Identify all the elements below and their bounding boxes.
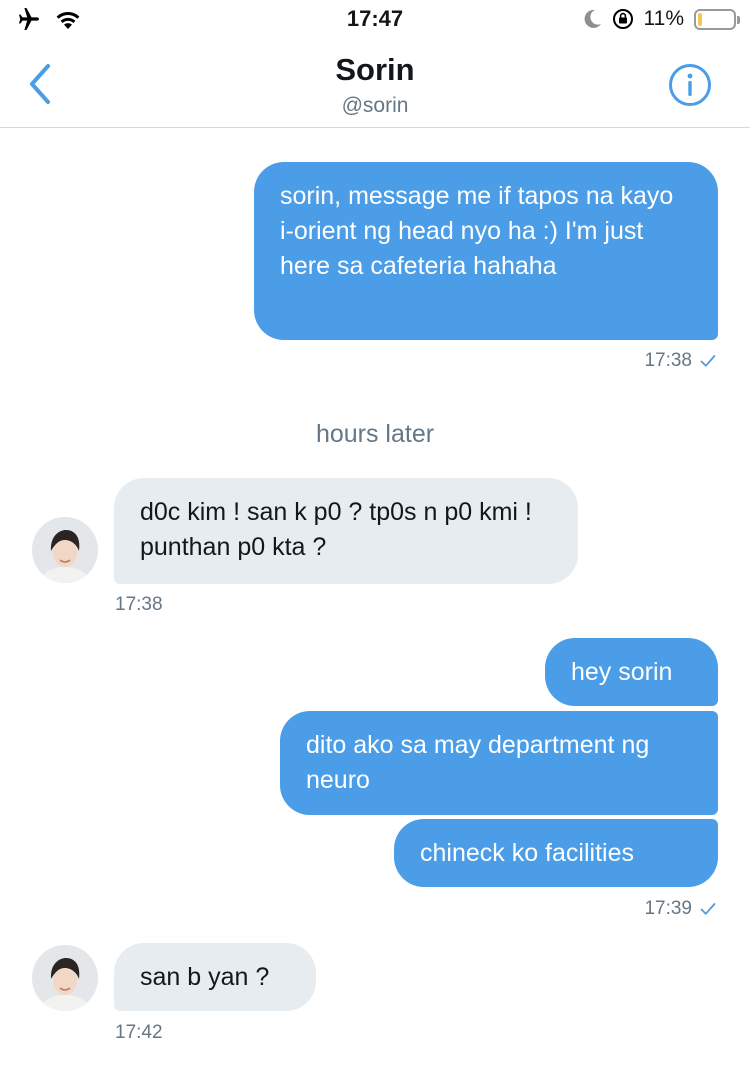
conversation-title[interactable]: Sorin — [0, 52, 750, 88]
status-right: 11% — [582, 7, 740, 31]
message-text: dito ako sa may department ng neuro — [306, 731, 650, 794]
message-time: 17:38 — [115, 594, 163, 615]
received-message-bubble[interactable]: san b yan ? — [114, 943, 316, 1011]
conversation-handle: @sorin — [341, 94, 409, 117]
info-button[interactable] — [668, 63, 712, 107]
sent-checkmark-icon — [700, 903, 716, 915]
orientation-lock-icon — [612, 9, 633, 29]
message-time: 17:42 — [115, 1022, 163, 1043]
battery-icon — [694, 8, 740, 30]
sent-message-bubble[interactable]: dito ako sa may department ng neuro — [280, 711, 718, 815]
avatar[interactable] — [32, 945, 98, 1011]
conversation-header: Sorin @sorin — [0, 40, 750, 128]
message-text: chineck ko facilities — [420, 839, 634, 867]
sent-message-bubble[interactable]: hey sorin — [545, 638, 718, 706]
time-gap-divider: hours later — [315, 420, 435, 448]
avatar-photo — [32, 945, 98, 1011]
message-time: 17:39 — [644, 898, 692, 919]
message-meta: 17:39 — [644, 898, 716, 920]
message-text: d0c kim ! san k p0 ? tp0s n p0 kmi ! pun… — [140, 498, 532, 561]
received-message-bubble[interactable]: d0c kim ! san k p0 ? tp0s n p0 kmi ! pun… — [114, 478, 578, 584]
message-meta: 17:38 — [115, 594, 163, 616]
message-meta: 17:42 — [115, 1022, 163, 1044]
message-text: san b yan ? — [140, 963, 270, 991]
avatar[interactable] — [32, 517, 98, 583]
sent-message-bubble[interactable]: sorin, message me if tapos na kayo i-ori… — [254, 162, 718, 340]
avatar-photo — [32, 517, 98, 583]
battery-level — [698, 12, 702, 26]
message-text: hey sorin — [571, 658, 673, 686]
message-meta: 17:38 — [644, 350, 716, 372]
message-text: sorin, message me if tapos na kayo i-ori… — [280, 182, 674, 280]
moon-icon — [584, 9, 601, 28]
status-bar: 17:47 11% — [0, 0, 750, 40]
info-icon — [669, 64, 711, 106]
message-time: 17:38 — [644, 350, 692, 371]
sent-message-bubble[interactable]: chineck ko facilities — [394, 819, 718, 887]
battery-percentage: 11% — [643, 7, 684, 30]
sent-checkmark-icon — [700, 355, 716, 367]
